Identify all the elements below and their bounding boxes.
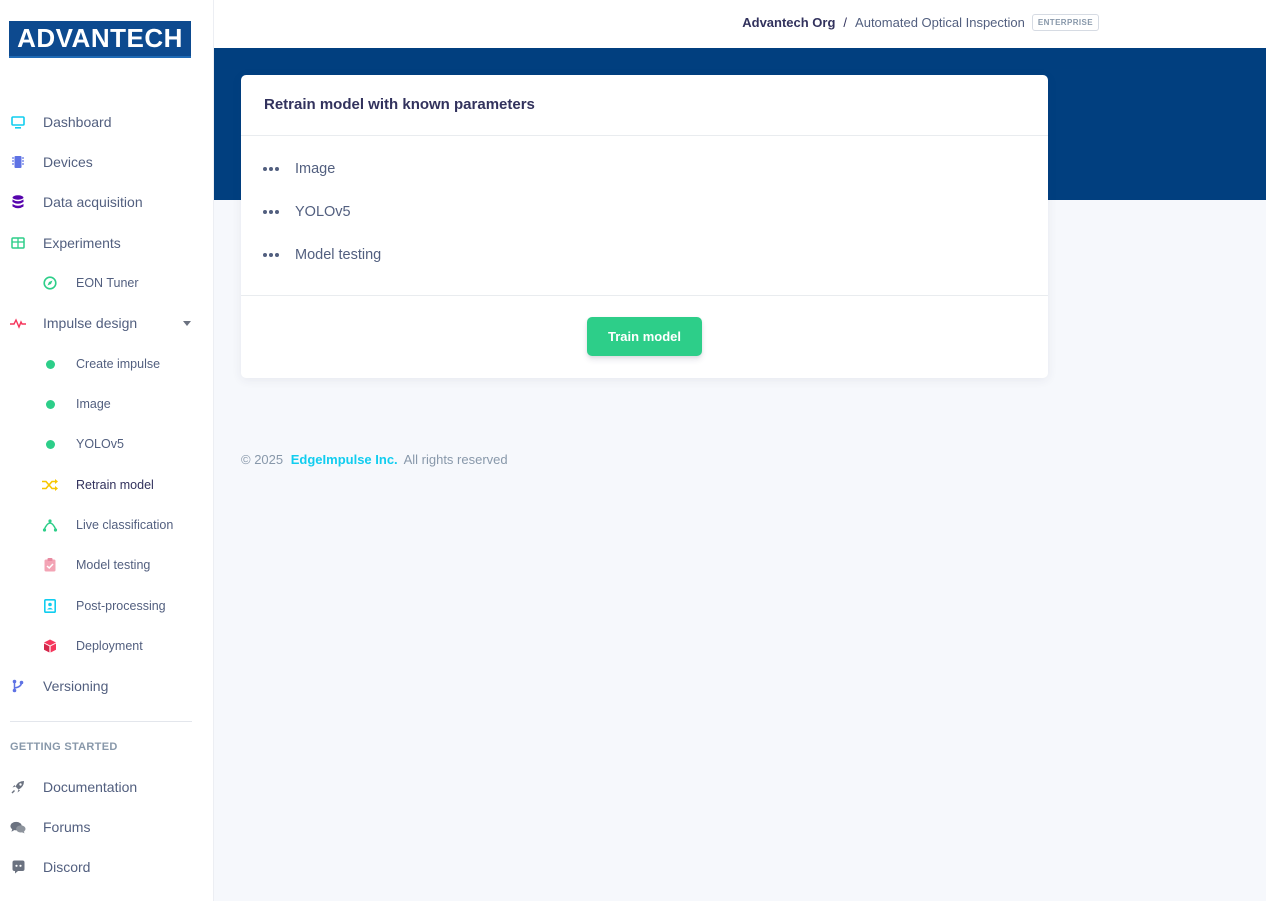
- pulse-icon: [10, 315, 26, 331]
- step-label: YOLOv5: [295, 204, 351, 220]
- retrain-card: Retrain model with known parameters Imag…: [241, 75, 1048, 378]
- step-label: Image: [295, 161, 336, 177]
- sidebar: ADVANTECH Dashboard Devices Data acquisi…: [0, 0, 214, 901]
- radar-icon: [42, 517, 58, 533]
- dot-icon: [42, 396, 58, 412]
- sidebar-item-model-testing[interactable]: Model testing: [0, 553, 214, 577]
- ellipsis-icon: [263, 210, 279, 214]
- breadcrumb: Advantech Org / Automated Optical Inspec…: [742, 14, 1099, 31]
- clipboard-check-icon: [42, 557, 58, 573]
- cube-icon: [42, 638, 58, 654]
- sidebar-item-impulse-design[interactable]: Impulse design: [0, 311, 214, 335]
- sidebar-item-discord[interactable]: Discord: [0, 855, 214, 879]
- footer: © 2025 EdgeImpulse Inc. All rights reser…: [241, 452, 508, 467]
- contact-icon: [42, 598, 58, 614]
- sidebar-item-label: Retrain model: [76, 478, 154, 492]
- sidebar-item-label: Live classification: [76, 518, 174, 532]
- sidebar-item-live-classification[interactable]: Live classification: [0, 513, 214, 537]
- section-heading-getting-started: GETTING STARTED: [10, 741, 118, 753]
- sidebar-item-forums[interactable]: Forums: [0, 815, 214, 839]
- sidebar-item-yolov5[interactable]: YOLOv5: [0, 432, 214, 456]
- sidebar-item-eon-tuner[interactable]: EON Tuner: [0, 271, 214, 295]
- breadcrumb-separator: /: [843, 15, 848, 30]
- dot-icon: [42, 356, 58, 372]
- sidebar-item-label: Post-processing: [76, 599, 166, 613]
- ellipsis-icon: [263, 253, 279, 257]
- sidebar-divider: [10, 721, 192, 722]
- sidebar-item-label: Forums: [43, 819, 91, 835]
- chat-icon: [10, 819, 26, 835]
- sidebar-item-label: EON Tuner: [76, 276, 139, 290]
- advantech-logo[interactable]: ADVANTECH: [9, 21, 191, 58]
- database-icon: [10, 194, 26, 210]
- step-label: Model testing: [295, 247, 382, 263]
- footer-rights: All rights reserved: [403, 452, 508, 467]
- sidebar-item-data-acquisition[interactable]: Data acquisition: [0, 190, 214, 214]
- sidebar-item-label: Dashboard: [43, 114, 112, 130]
- footer-copyright: © 2025: [241, 452, 284, 467]
- sidebar-item-devices[interactable]: Devices: [0, 150, 214, 174]
- sidebar-item-label: Discord: [43, 859, 91, 875]
- table-icon: [10, 235, 26, 251]
- sidebar-item-retrain-model[interactable]: Retrain model: [0, 473, 214, 497]
- step-item: YOLOv5: [263, 202, 351, 222]
- step-item: Model testing: [263, 245, 381, 265]
- sidebar-item-experiments[interactable]: Experiments: [0, 231, 214, 255]
- sidebar-item-label: Devices: [43, 154, 93, 170]
- sidebar-item-post-processing[interactable]: Post-processing: [0, 594, 214, 618]
- branch-icon: [10, 678, 26, 694]
- sidebar-item-deployment[interactable]: Deployment: [0, 634, 214, 658]
- card-divider: [241, 295, 1048, 296]
- card-divider: [241, 135, 1048, 136]
- rocket-icon: [10, 779, 26, 795]
- sidebar-item-dashboard[interactable]: Dashboard: [0, 110, 214, 134]
- sidebar-item-label: Create impulse: [76, 357, 161, 371]
- sidebar-item-label: Documentation: [43, 779, 138, 795]
- train-model-button[interactable]: Train model: [587, 317, 702, 356]
- sidebar-item-documentation[interactable]: Documentation: [0, 775, 214, 799]
- dot-icon: [42, 436, 58, 452]
- sidebar-item-label: Model testing: [76, 558, 151, 572]
- footer-company-link[interactable]: EdgeImpulse Inc.: [291, 452, 398, 467]
- top-header: Advantech Org / Automated Optical Inspec…: [214, 0, 1266, 48]
- sidebar-item-create-impulse[interactable]: Create impulse: [0, 352, 214, 376]
- chip-icon: [10, 154, 26, 170]
- sidebar-item-image[interactable]: Image: [0, 392, 214, 416]
- ellipsis-icon: [263, 167, 279, 171]
- step-item: Image: [263, 159, 335, 179]
- card-title: Retrain model with known parameters: [264, 96, 535, 113]
- compass-icon: [42, 275, 58, 291]
- sidebar-item-label: Impulse design: [43, 315, 138, 331]
- sidebar-item-label: YOLOv5: [76, 437, 124, 451]
- logo-text: ADVANTECH: [17, 23, 183, 53]
- enterprise-badge: ENTERPRISE: [1031, 14, 1099, 31]
- breadcrumb-project[interactable]: Automated Optical Inspection: [855, 15, 1025, 30]
- discord-icon: [10, 859, 26, 875]
- shuffle-icon: [42, 477, 58, 493]
- breadcrumb-org[interactable]: Advantech Org: [742, 15, 835, 30]
- sidebar-item-versioning[interactable]: Versioning: [0, 674, 214, 698]
- monitor-icon: [10, 114, 26, 130]
- sidebar-item-label: Image: [76, 397, 111, 411]
- sidebar-item-label: Deployment: [76, 639, 143, 653]
- chevron-down-icon[interactable]: [183, 321, 191, 326]
- sidebar-item-label: Experiments: [43, 235, 121, 251]
- sidebar-item-label: Versioning: [43, 678, 109, 694]
- sidebar-item-label: Data acquisition: [43, 194, 143, 210]
